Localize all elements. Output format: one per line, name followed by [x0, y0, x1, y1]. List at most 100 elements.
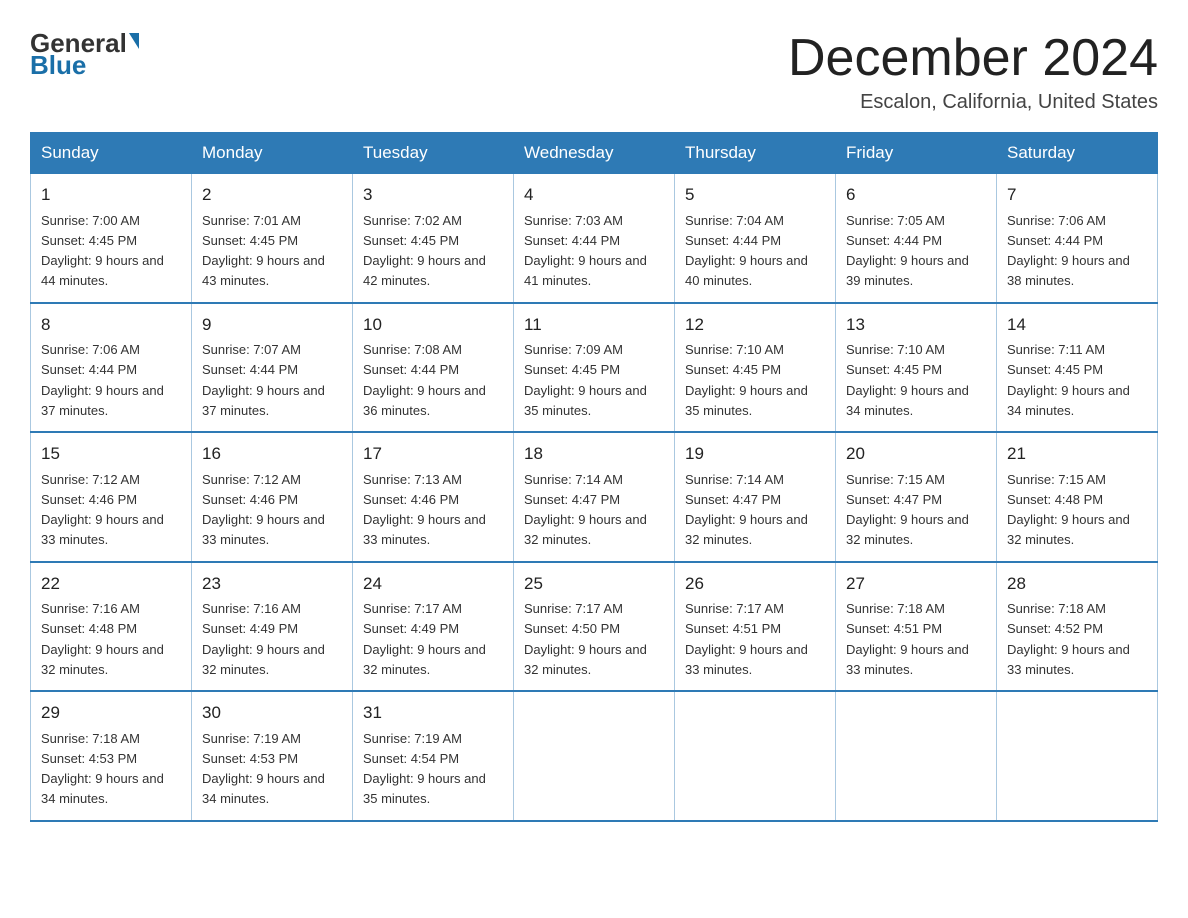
day-number: 29 [41, 700, 181, 726]
calendar-day-cell: 24 Sunrise: 7:17 AMSunset: 4:49 PMDaylig… [353, 562, 514, 692]
calendar-day-cell: 30 Sunrise: 7:19 AMSunset: 4:53 PMDaylig… [192, 691, 353, 821]
day-number: 27 [846, 571, 986, 597]
day-number: 9 [202, 312, 342, 338]
day-number: 4 [524, 182, 664, 208]
calendar-day-cell: 9 Sunrise: 7:07 AMSunset: 4:44 PMDayligh… [192, 303, 353, 433]
weekday-header-friday: Friday [836, 133, 997, 174]
day-number: 16 [202, 441, 342, 467]
day-number: 6 [846, 182, 986, 208]
calendar-week-row: 15 Sunrise: 7:12 AMSunset: 4:46 PMDaylig… [31, 432, 1158, 562]
day-number: 3 [363, 182, 503, 208]
day-number: 18 [524, 441, 664, 467]
weekday-header-monday: Monday [192, 133, 353, 174]
day-number: 15 [41, 441, 181, 467]
calendar-day-cell: 18 Sunrise: 7:14 AMSunset: 4:47 PMDaylig… [514, 432, 675, 562]
logo-area: General Blue [30, 30, 141, 80]
day-info: Sunrise: 7:00 AMSunset: 4:45 PMDaylight:… [41, 213, 164, 289]
day-info: Sunrise: 7:19 AMSunset: 4:54 PMDaylight:… [363, 731, 486, 807]
day-info: Sunrise: 7:05 AMSunset: 4:44 PMDaylight:… [846, 213, 969, 289]
calendar-day-cell: 26 Sunrise: 7:17 AMSunset: 4:51 PMDaylig… [675, 562, 836, 692]
calendar-day-cell: 6 Sunrise: 7:05 AMSunset: 4:44 PMDayligh… [836, 174, 997, 303]
day-number: 1 [41, 182, 181, 208]
day-info: Sunrise: 7:16 AMSunset: 4:48 PMDaylight:… [41, 601, 164, 677]
calendar-day-cell [836, 691, 997, 821]
day-info: Sunrise: 7:17 AMSunset: 4:51 PMDaylight:… [685, 601, 808, 677]
calendar-day-cell: 16 Sunrise: 7:12 AMSunset: 4:46 PMDaylig… [192, 432, 353, 562]
calendar-day-cell: 21 Sunrise: 7:15 AMSunset: 4:48 PMDaylig… [997, 432, 1158, 562]
day-number: 28 [1007, 571, 1147, 597]
day-info: Sunrise: 7:12 AMSunset: 4:46 PMDaylight:… [202, 472, 325, 548]
calendar-day-cell: 13 Sunrise: 7:10 AMSunset: 4:45 PMDaylig… [836, 303, 997, 433]
calendar-day-cell [514, 691, 675, 821]
calendar-day-cell: 29 Sunrise: 7:18 AMSunset: 4:53 PMDaylig… [31, 691, 192, 821]
day-number: 14 [1007, 312, 1147, 338]
day-number: 20 [846, 441, 986, 467]
calendar-day-cell: 15 Sunrise: 7:12 AMSunset: 4:46 PMDaylig… [31, 432, 192, 562]
day-number: 22 [41, 571, 181, 597]
day-info: Sunrise: 7:06 AMSunset: 4:44 PMDaylight:… [1007, 213, 1130, 289]
day-number: 21 [1007, 441, 1147, 467]
day-info: Sunrise: 7:18 AMSunset: 4:51 PMDaylight:… [846, 601, 969, 677]
calendar-day-cell: 25 Sunrise: 7:17 AMSunset: 4:50 PMDaylig… [514, 562, 675, 692]
day-number: 23 [202, 571, 342, 597]
calendar-day-cell [997, 691, 1158, 821]
calendar-day-cell: 2 Sunrise: 7:01 AMSunset: 4:45 PMDayligh… [192, 174, 353, 303]
calendar-week-row: 1 Sunrise: 7:00 AMSunset: 4:45 PMDayligh… [31, 174, 1158, 303]
weekday-header-wednesday: Wednesday [514, 133, 675, 174]
day-info: Sunrise: 7:15 AMSunset: 4:48 PMDaylight:… [1007, 472, 1130, 548]
day-info: Sunrise: 7:12 AMSunset: 4:46 PMDaylight:… [41, 472, 164, 548]
day-info: Sunrise: 7:14 AMSunset: 4:47 PMDaylight:… [685, 472, 808, 548]
calendar-day-cell: 12 Sunrise: 7:10 AMSunset: 4:45 PMDaylig… [675, 303, 836, 433]
day-info: Sunrise: 7:02 AMSunset: 4:45 PMDaylight:… [363, 213, 486, 289]
day-number: 31 [363, 700, 503, 726]
calendar-day-cell: 1 Sunrise: 7:00 AMSunset: 4:45 PMDayligh… [31, 174, 192, 303]
day-number: 24 [363, 571, 503, 597]
day-info: Sunrise: 7:08 AMSunset: 4:44 PMDaylight:… [363, 342, 486, 418]
day-info: Sunrise: 7:19 AMSunset: 4:53 PMDaylight:… [202, 731, 325, 807]
calendar-header: SundayMondayTuesdayWednesdayThursdayFrid… [31, 133, 1158, 174]
logo-triangle-icon [129, 33, 139, 49]
calendar-day-cell: 7 Sunrise: 7:06 AMSunset: 4:44 PMDayligh… [997, 174, 1158, 303]
calendar-day-cell: 27 Sunrise: 7:18 AMSunset: 4:51 PMDaylig… [836, 562, 997, 692]
day-info: Sunrise: 7:18 AMSunset: 4:52 PMDaylight:… [1007, 601, 1130, 677]
location-subtitle: Escalon, California, United States [788, 91, 1158, 114]
day-number: 8 [41, 312, 181, 338]
weekday-header-thursday: Thursday [675, 133, 836, 174]
day-info: Sunrise: 7:11 AMSunset: 4:45 PMDaylight:… [1007, 342, 1130, 418]
calendar-day-cell: 14 Sunrise: 7:11 AMSunset: 4:45 PMDaylig… [997, 303, 1158, 433]
weekday-header-sunday: Sunday [31, 133, 192, 174]
day-info: Sunrise: 7:18 AMSunset: 4:53 PMDaylight:… [41, 731, 164, 807]
calendar-day-cell: 11 Sunrise: 7:09 AMSunset: 4:45 PMDaylig… [514, 303, 675, 433]
weekday-header-row: SundayMondayTuesdayWednesdayThursdayFrid… [31, 133, 1158, 174]
day-info: Sunrise: 7:01 AMSunset: 4:45 PMDaylight:… [202, 213, 325, 289]
day-number: 5 [685, 182, 825, 208]
calendar-day-cell [675, 691, 836, 821]
day-info: Sunrise: 7:13 AMSunset: 4:46 PMDaylight:… [363, 472, 486, 548]
calendar-week-row: 29 Sunrise: 7:18 AMSunset: 4:53 PMDaylig… [31, 691, 1158, 821]
day-info: Sunrise: 7:16 AMSunset: 4:49 PMDaylight:… [202, 601, 325, 677]
page-header: General Blue December 2024 Escalon, Cali… [30, 30, 1158, 114]
day-number: 19 [685, 441, 825, 467]
day-number: 30 [202, 700, 342, 726]
day-info: Sunrise: 7:03 AMSunset: 4:44 PMDaylight:… [524, 213, 647, 289]
day-number: 17 [363, 441, 503, 467]
calendar-day-cell: 23 Sunrise: 7:16 AMSunset: 4:49 PMDaylig… [192, 562, 353, 692]
day-info: Sunrise: 7:04 AMSunset: 4:44 PMDaylight:… [685, 213, 808, 289]
day-info: Sunrise: 7:06 AMSunset: 4:44 PMDaylight:… [41, 342, 164, 418]
calendar-day-cell: 19 Sunrise: 7:14 AMSunset: 4:47 PMDaylig… [675, 432, 836, 562]
calendar-day-cell: 31 Sunrise: 7:19 AMSunset: 4:54 PMDaylig… [353, 691, 514, 821]
calendar-day-cell: 22 Sunrise: 7:16 AMSunset: 4:48 PMDaylig… [31, 562, 192, 692]
calendar-day-cell: 3 Sunrise: 7:02 AMSunset: 4:45 PMDayligh… [353, 174, 514, 303]
day-number: 11 [524, 312, 664, 338]
day-number: 2 [202, 182, 342, 208]
weekday-header-tuesday: Tuesday [353, 133, 514, 174]
day-info: Sunrise: 7:14 AMSunset: 4:47 PMDaylight:… [524, 472, 647, 548]
calendar-day-cell: 5 Sunrise: 7:04 AMSunset: 4:44 PMDayligh… [675, 174, 836, 303]
calendar-day-cell: 10 Sunrise: 7:08 AMSunset: 4:44 PMDaylig… [353, 303, 514, 433]
day-number: 25 [524, 571, 664, 597]
calendar-day-cell: 17 Sunrise: 7:13 AMSunset: 4:46 PMDaylig… [353, 432, 514, 562]
day-number: 10 [363, 312, 503, 338]
day-info: Sunrise: 7:09 AMSunset: 4:45 PMDaylight:… [524, 342, 647, 418]
day-info: Sunrise: 7:15 AMSunset: 4:47 PMDaylight:… [846, 472, 969, 548]
day-number: 12 [685, 312, 825, 338]
